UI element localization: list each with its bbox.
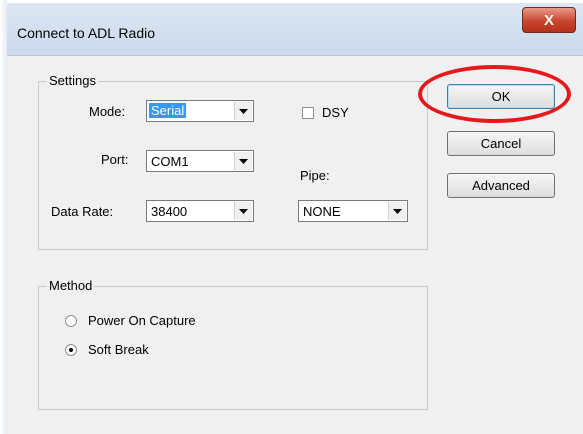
data-rate-label: Data Rate: xyxy=(51,204,114,219)
pipe-label: Pipe: xyxy=(300,168,330,183)
dsy-label[interactable]: DSY xyxy=(322,105,349,120)
advanced-button[interactable]: Advanced xyxy=(447,173,555,198)
settings-group-label: Settings xyxy=(47,73,98,88)
data-rate-select[interactable]: 38400 xyxy=(146,200,254,222)
advanced-button-label: Advanced xyxy=(472,178,530,193)
port-select[interactable]: COM1 xyxy=(146,150,254,172)
pipe-value: NONE xyxy=(303,204,341,219)
mode-value: Serial xyxy=(149,103,187,118)
window-title: Connect to ADL Radio xyxy=(17,25,156,41)
chevron-down-icon[interactable] xyxy=(388,202,406,220)
close-icon: X xyxy=(543,11,554,29)
cancel-button-label: Cancel xyxy=(480,136,522,151)
dsy-checkbox[interactable] xyxy=(302,107,314,119)
soft-break-radio[interactable] xyxy=(65,344,77,356)
dialog-client-area: Settings Mode: Serial DSY Port: COM1 Pip… xyxy=(7,56,583,434)
chevron-down-icon[interactable] xyxy=(234,202,252,220)
chevron-down-icon[interactable] xyxy=(234,152,252,170)
cancel-button[interactable]: Cancel xyxy=(447,131,555,156)
data-rate-value: 38400 xyxy=(151,204,188,219)
method-group-label: Method xyxy=(47,278,95,293)
mode-label: Mode: xyxy=(89,104,126,119)
ok-button[interactable]: OK xyxy=(447,84,555,109)
close-button[interactable]: X xyxy=(522,7,576,33)
pipe-select[interactable]: NONE xyxy=(298,200,408,222)
power-on-capture-label[interactable]: Power On Capture xyxy=(88,313,196,328)
chevron-down-icon[interactable] xyxy=(234,102,252,120)
port-value: COM1 xyxy=(151,154,189,169)
power-on-capture-radio[interactable] xyxy=(65,315,77,327)
soft-break-label[interactable]: Soft Break xyxy=(88,342,149,357)
ok-button-label: OK xyxy=(491,89,511,104)
mode-select[interactable]: Serial xyxy=(146,100,254,122)
title-bar[interactable]: Connect to ADL Radio X xyxy=(7,3,583,56)
dialog-window: Connect to ADL Radio X Settings Mode: Se… xyxy=(7,3,583,434)
port-label: Port: xyxy=(101,152,129,167)
background-edge xyxy=(0,0,7,434)
